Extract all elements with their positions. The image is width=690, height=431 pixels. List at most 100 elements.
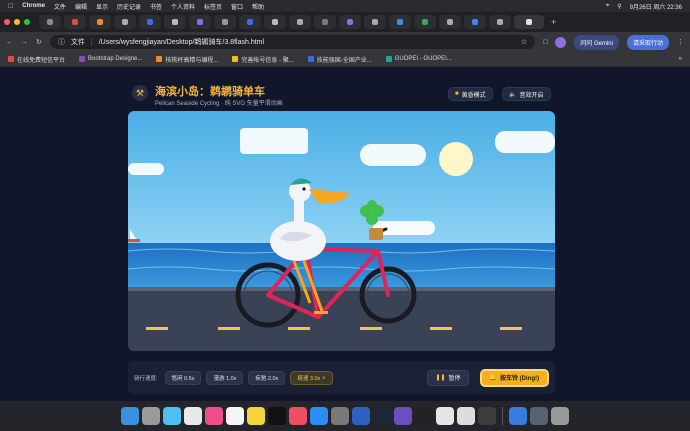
bookmark-item[interactable]: 核桃杯高精与编程... <box>156 55 218 64</box>
url-separator: | <box>90 38 93 46</box>
gemini-button[interactable]: 问问 Gemini <box>574 34 619 50</box>
tab-favicon-icon <box>97 19 103 25</box>
pelican-foot <box>314 311 328 314</box>
controls-bar: 骑行速度: 悠闲 0.5x 漫游 1.0x 疾驰 2.0x 极速 3.0x ⚡ … <box>128 361 555 394</box>
vscode-icon[interactable] <box>394 407 412 425</box>
wifi-icon[interactable]: ⌖ <box>606 3 609 10</box>
bookmark-item[interactable]: 在线免费短信平台 <box>8 55 65 64</box>
browser-tab[interactable] <box>139 15 161 29</box>
browser-tab[interactable] <box>64 15 86 29</box>
speaker-icon: 🔈 <box>509 91 517 98</box>
menu-tabs[interactable]: 标签页 <box>204 2 222 11</box>
browser-tab-active[interactable] <box>514 15 544 29</box>
url-text[interactable]: /Users/wysfengjiayan/Desktop/鹈鹕骑车/3.8fla… <box>99 37 264 47</box>
browser-tab[interactable] <box>414 15 436 29</box>
system-settings-icon[interactable] <box>331 407 349 425</box>
browser-tab[interactable] <box>389 15 411 29</box>
trash-icon[interactable] <box>551 407 569 425</box>
bookmark-star-icon[interactable]: ☆ <box>521 38 527 46</box>
forward-icon[interactable]: → <box>21 39 28 46</box>
extensions-icon[interactable]: □ <box>543 39 547 46</box>
bookmark-item[interactable]: Bootstrap Designe... <box>79 56 142 62</box>
browser-tab[interactable] <box>464 15 486 29</box>
recent-app-icon[interactable] <box>530 407 548 425</box>
apple-tv-icon[interactable] <box>268 407 286 425</box>
search-icon[interactable]: ⚲ <box>617 3 621 10</box>
site-info-icon[interactable]: ⓘ <box>58 37 65 47</box>
notes-icon[interactable] <box>247 407 265 425</box>
tab-favicon-icon <box>397 19 403 25</box>
back-icon[interactable]: ← <box>6 39 13 46</box>
menu-bookmarks[interactable]: 书签 <box>150 2 162 11</box>
browser-tab[interactable] <box>114 15 136 29</box>
browser-tab[interactable] <box>89 15 111 29</box>
browser-tab[interactable] <box>214 15 236 29</box>
minimize-window-button[interactable] <box>14 19 20 25</box>
ring-bell-label: 按车铃 (Ding!) <box>500 376 539 382</box>
new-tab-icon[interactable]: + <box>551 17 556 27</box>
menu-app-name[interactable]: Chrome <box>22 3 45 9</box>
browser-tab[interactable] <box>189 15 211 29</box>
browser-tab[interactable] <box>439 15 461 29</box>
bookmarks-overflow-icon[interactable]: » <box>679 56 682 62</box>
browser-tab[interactable] <box>264 15 286 29</box>
iku-icon[interactable] <box>352 407 370 425</box>
finder-icon[interactable] <box>121 407 139 425</box>
launchpad-icon[interactable] <box>142 407 160 425</box>
speed-1-0x-button[interactable]: 漫游 1.0x <box>206 370 244 385</box>
more-menu-icon[interactable]: ⋮ <box>677 38 684 46</box>
music-icon[interactable] <box>289 407 307 425</box>
bookmark-item[interactable]: GUOPEI - GUOPEI... <box>385 56 452 62</box>
address-bar[interactable]: ⓘ 文件 | /Users/wysfengjiayan/Desktop/鹈鹕骑车… <box>49 35 536 49</box>
steam-icon[interactable] <box>373 407 391 425</box>
pause-button[interactable]: ❚❚ 暂停 <box>427 369 469 386</box>
tab-favicon-icon <box>347 19 353 25</box>
tab-favicon-icon <box>222 19 228 25</box>
reload-icon[interactable]: ↻ <box>36 38 42 46</box>
browser-tab[interactable] <box>289 15 311 29</box>
theme-toggle-label: 黄昏模式 <box>461 92 486 99</box>
profile-avatar[interactable] <box>555 36 567 48</box>
browser-tab[interactable] <box>339 15 361 29</box>
browser-tab[interactable] <box>314 15 336 29</box>
speed-0-5x-button[interactable]: 悠闲 0.5x <box>164 370 202 385</box>
menu-profiles[interactable]: 个人资料 <box>171 2 195 11</box>
app-store-icon[interactable] <box>310 407 328 425</box>
speed-2-0x-button[interactable]: 疾驰 2.0x <box>248 370 286 385</box>
sound-toggle-button[interactable]: 🔈 音效开启 <box>502 87 551 101</box>
downloads-folder-icon[interactable] <box>509 407 527 425</box>
menu-history[interactable]: 历史记录 <box>117 2 141 11</box>
apple-icon[interactable]:  <box>8 3 13 10</box>
browser-tab[interactable] <box>489 15 511 29</box>
browser-tab[interactable] <box>364 15 386 29</box>
menubar-clock[interactable]: 9月26日 周六 22:36 <box>630 2 682 11</box>
zoom-window-button[interactable] <box>24 19 30 25</box>
menu-file[interactable]: 文件 <box>54 2 66 11</box>
bookmark-favicon-icon <box>79 56 86 62</box>
photos-icon[interactable] <box>205 407 223 425</box>
menu-edit[interactable]: 编辑 <box>75 2 87 11</box>
browser-tab[interactable] <box>39 15 61 29</box>
browser-tab[interactable] <box>239 15 261 29</box>
calculator-icon[interactable] <box>436 407 454 425</box>
bookmark-item[interactable]: 完善帐号信息 - 聚... <box>232 55 294 64</box>
ring-bell-button[interactable]: 🔔 按车铃 (Ding!) <box>479 368 549 387</box>
menu-view[interactable]: 显示 <box>96 2 108 11</box>
menu-window[interactable]: 窗口 <box>231 2 243 11</box>
app-subtitle: Pelican Seaside Cycling · 纯 SVG 矢量平滑动画 <box>155 101 283 107</box>
menu-help[interactable]: 帮助 <box>252 2 264 11</box>
calendar-icon[interactable] <box>226 407 244 425</box>
browser-tab[interactable] <box>164 15 186 29</box>
speed-3-0x-button[interactable]: 极速 3.0x ⚡ <box>290 370 333 385</box>
bookmark-item[interactable]: 技能强国-全国产业... <box>307 55 372 64</box>
theme-toggle-button[interactable]: ■ 黄昏模式 <box>448 87 493 101</box>
tab-favicon-icon <box>372 19 378 25</box>
preview-icon[interactable] <box>457 407 475 425</box>
action-button[interactable]: 请采取行动 <box>626 34 669 50</box>
pause-label: 暂停 <box>448 376 461 382</box>
terminal-icon[interactable] <box>415 407 433 425</box>
safari-icon[interactable] <box>163 407 181 425</box>
activity-monitor-icon[interactable] <box>478 407 496 425</box>
close-window-button[interactable] <box>4 19 10 25</box>
chrome-icon[interactable] <box>184 407 202 425</box>
